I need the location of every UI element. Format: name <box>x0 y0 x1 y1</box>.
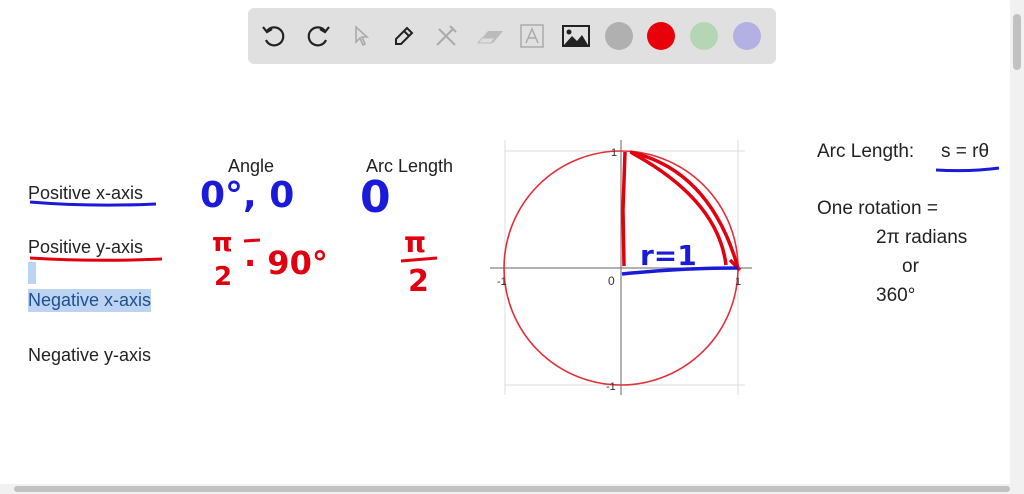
handwritten-90-degrees: · 90° <box>244 244 328 282</box>
arc-length-formula: s = rθ <box>941 141 990 162</box>
tick-y-pos: 1 <box>611 147 617 159</box>
vertical-scroll-thumb[interactable] <box>1013 14 1021 70</box>
tick-x-neg: -1 <box>497 276 507 288</box>
unit-circle-graph: r=1 -1 0 1 1 -1 <box>490 140 752 395</box>
handwritten-pi: π <box>404 226 427 259</box>
formula-label: Arc Length: <box>817 141 915 162</box>
degrees-text: 360° <box>876 285 916 306</box>
blue-underline <box>29 200 157 207</box>
tick-origin: 0 <box>608 274 615 288</box>
fraction-bar <box>243 238 261 243</box>
radians-text: 2π radians <box>876 227 968 248</box>
drawn-radius-vertical <box>621 151 627 267</box>
handwritten-angle-zero: 0°, 0 <box>200 175 295 216</box>
rotation-text: One rotation = <box>817 198 938 219</box>
tick-y-neg: -1 <box>606 381 616 393</box>
handwritten-two: 2 <box>408 264 429 299</box>
horizontal-scrollbar[interactable] <box>0 484 1024 494</box>
handwritten-pi: π <box>212 228 233 258</box>
or-text: or <box>902 256 919 277</box>
tick-x-pos: 1 <box>735 276 741 288</box>
red-underline <box>29 256 163 262</box>
horizontal-scroll-thumb[interactable] <box>14 486 1010 492</box>
formula-underline <box>935 166 1000 173</box>
handwritten-two: 2 <box>214 262 233 292</box>
handwritten-arc-zero: 0 <box>360 172 391 223</box>
vertical-scrollbar[interactable] <box>1010 0 1024 494</box>
radius-label: r=1 <box>640 239 697 272</box>
